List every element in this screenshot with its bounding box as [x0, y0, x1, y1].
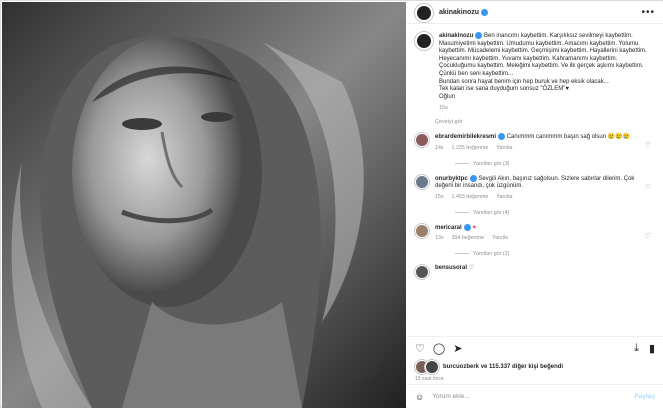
like-comment-icon[interactable]: ♡	[645, 183, 651, 191]
comment-item: onurbyktpc Sevgili Akın, başınız sağolsu…	[407, 167, 663, 202]
commenter-avatar[interactable]	[415, 223, 429, 238]
emoji-icon[interactable]: ☺	[415, 392, 424, 402]
post-comment-button[interactable]: Paylaş	[634, 393, 655, 400]
commenter-username[interactable]: mericaral	[435, 225, 462, 231]
commenter-username[interactable]: onurbyktpc	[435, 176, 468, 182]
post-frame: akinakinozu ••• akinakinozu Ben inancımı…	[0, 0, 663, 408]
liker-avatar	[425, 360, 439, 374]
post-header: akinakinozu •••	[407, 2, 663, 24]
comment-age: 13s	[435, 235, 444, 242]
like-comment-icon[interactable]: ♡	[645, 141, 651, 149]
comment-age: 15s	[435, 193, 444, 200]
caption-text: Ben inancımı kaybettim. Karşılıksız sevi…	[439, 33, 647, 100]
commenter-username[interactable]: ebrardemirbilekresmi	[435, 135, 496, 141]
likes-summary[interactable]: burcuozberk ve 115.337 diğer kişi beğend…	[415, 360, 655, 374]
post-timestamp: 15 saat önce	[415, 376, 444, 382]
comment-text: ♥	[472, 224, 476, 231]
commenter-username[interactable]: bensusoral	[435, 265, 467, 271]
comment-likes[interactable]: 1.235 beğenme	[452, 145, 489, 153]
verified-badge-icon	[469, 174, 477, 182]
reply-button[interactable]: Yanıtla	[496, 194, 512, 202]
verified-badge-icon	[475, 32, 483, 39]
verified-badge-icon	[463, 223, 471, 231]
post-photo[interactable]	[2, 2, 406, 408]
portrait-image	[2, 2, 406, 408]
add-comment-bar: ☺ Paylaş	[407, 384, 663, 408]
comment-age: 14s	[435, 145, 444, 152]
caption-username[interactable]: akinakinozu	[439, 33, 473, 39]
comment-likes[interactable]: 1.493 beğenme	[452, 194, 489, 202]
commenter-avatar[interactable]	[415, 174, 429, 189]
comment-item: bensusoral ♡	[407, 257, 663, 279]
post-caption: akinakinozu Ben inancımı kaybettim. Karş…	[407, 24, 663, 111]
commenter-avatar[interactable]	[415, 133, 429, 148]
post-actions: ♡ ◯ ➤ ⤓ ▮ burcuozberk ve 115.337 diğer k…	[407, 336, 663, 386]
liker-username[interactable]: burcuozberk	[443, 364, 479, 370]
share-icon[interactable]: ➤	[453, 342, 462, 355]
reply-button[interactable]: Yanıtla	[496, 145, 512, 153]
caption-author-avatar[interactable]	[415, 32, 433, 50]
comments-scroll-area[interactable]: akinakinozu Ben inancımı kaybettim. Karş…	[407, 24, 663, 336]
commenter-avatar[interactable]	[415, 264, 429, 279]
download-icon[interactable]: ⤓	[634, 342, 639, 355]
author-username[interactable]: akinakinozu	[439, 9, 479, 16]
like-comment-icon[interactable]: ♡	[645, 232, 651, 240]
like-icon[interactable]: ♡	[415, 342, 425, 355]
verified-badge-icon	[481, 9, 489, 16]
author-avatar[interactable]	[415, 3, 433, 22]
verified-badge-icon	[498, 133, 506, 141]
post-side-panel: akinakinozu ••• akinakinozu Ben inancımı…	[407, 2, 663, 408]
comment-input[interactable]	[432, 393, 635, 400]
likes-count-text[interactable]: ve 115.337 diğer kişi beğendi	[481, 364, 563, 370]
more-options-icon[interactable]: •••	[641, 7, 655, 18]
see-translation-link[interactable]: Çeviriyi gör	[407, 111, 663, 125]
save-bookmark-icon[interactable]: ▮	[649, 342, 655, 355]
reply-button[interactable]: Yanıtla	[492, 235, 508, 243]
comment-icon[interactable]: ◯	[433, 342, 445, 355]
caption-age: 15s	[439, 105, 448, 112]
comment-item: mericaral ♥ 13s 394 beğenme Yanıtla ♡	[407, 216, 663, 243]
comment-text: ♡	[468, 264, 475, 271]
comment-text: Canımmm canımmm başın sağ olsun 😢😢😢	[506, 134, 631, 141]
comment-likes[interactable]: 394 beğenme	[452, 235, 484, 243]
comment-item: ebrardemirbilekresmi Canımmm canımmm baş…	[407, 125, 663, 152]
